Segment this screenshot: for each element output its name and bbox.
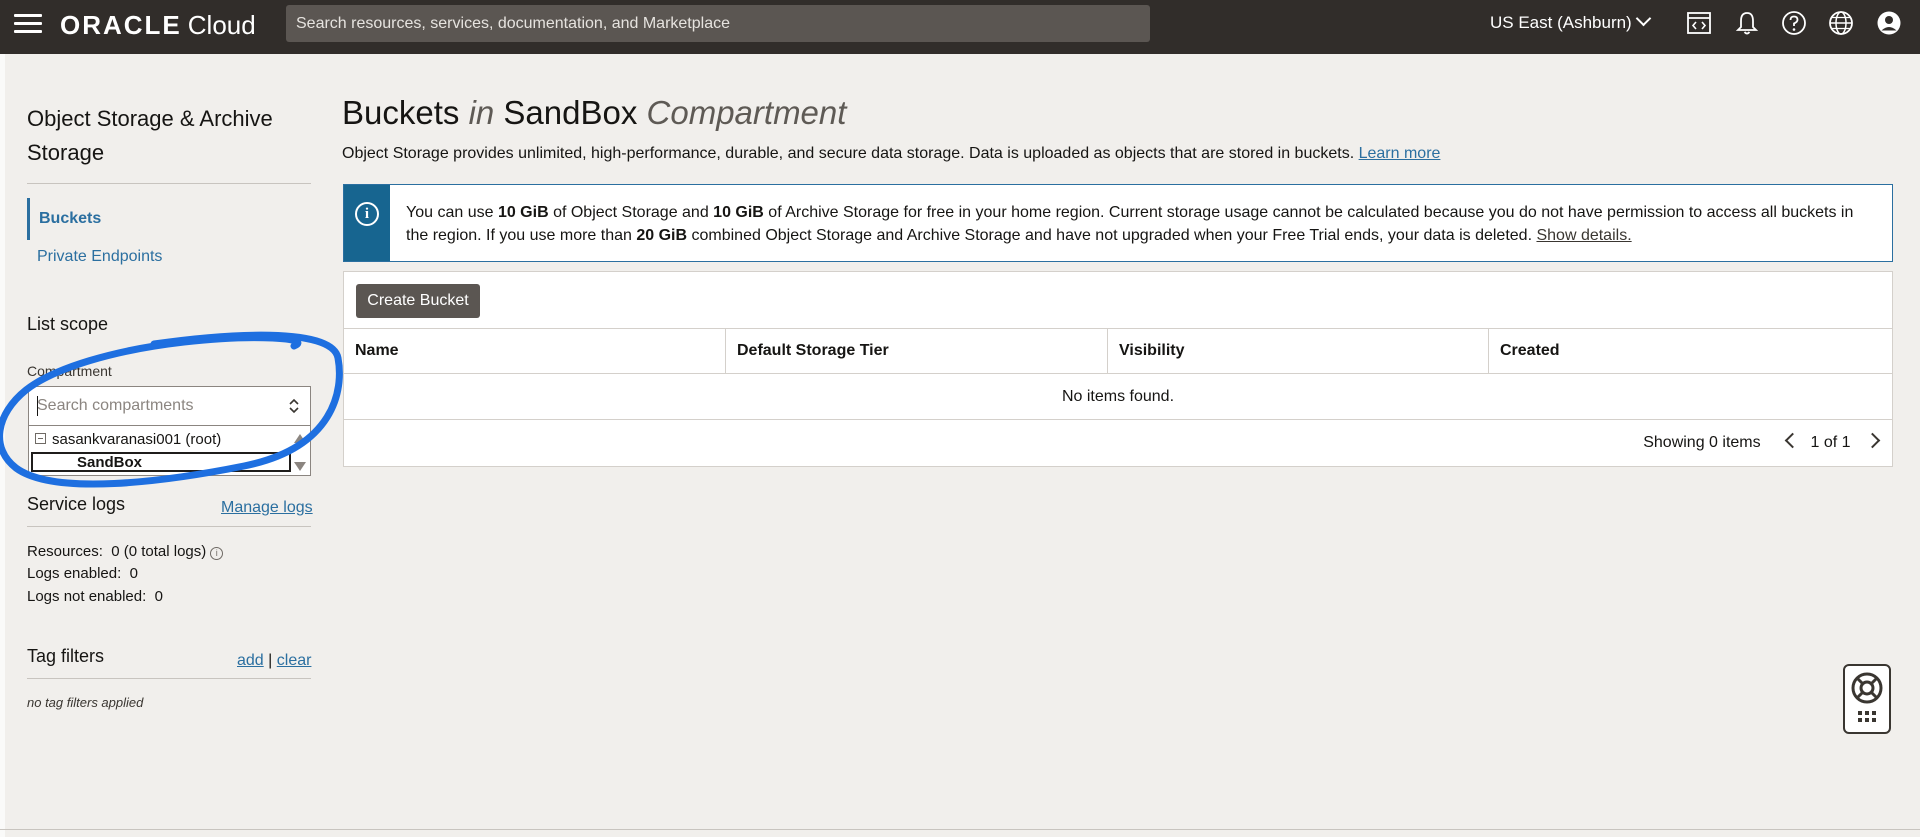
logs-not-enabled-value: 0 — [154, 588, 163, 605]
text-cursor — [37, 396, 38, 416]
learn-more-link[interactable]: Learn more — [1359, 145, 1441, 162]
tag-filter-actions: add | clear — [237, 652, 311, 670]
logs-not-enabled-label: Logs not enabled: — [27, 588, 147, 605]
compartment-search-input[interactable]: Search compartments — [28, 386, 311, 426]
logo-product: Cloud — [187, 10, 256, 40]
title-compartment-suffix: Compartment — [646, 94, 847, 131]
column-header-visibility[interactable]: Visibility — [1107, 329, 1488, 373]
language-globe-icon[interactable] — [1828, 10, 1854, 36]
user-profile-icon[interactable] — [1876, 10, 1902, 36]
title-in: in — [468, 94, 495, 131]
developer-tools-icon[interactable] — [1686, 10, 1712, 36]
description-text: Object Storage provides unlimited, high-… — [342, 145, 1355, 162]
oracle-cloud-logo[interactable]: ORACLE Cloud — [60, 10, 256, 41]
showing-items-count: Showing 0 items — [1643, 434, 1761, 451]
pagination: Showing 0 items 1 of 1 — [1643, 420, 1881, 466]
footer-divider — [0, 829, 1920, 830]
service-title: Object Storage & Archive Storage — [27, 106, 273, 165]
chevron-updown-icon[interactable] — [288, 397, 300, 415]
compartment-search-placeholder: Search compartments — [37, 397, 194, 414]
divider — [27, 678, 311, 679]
notifications-bell-icon[interactable] — [1734, 10, 1760, 36]
no-tag-filters-text: no tag filters applied — [27, 695, 144, 710]
page-title: Buckets in SandBox Compartment — [342, 94, 846, 132]
tag-link-separator: | — [268, 652, 273, 669]
alert-accent-bar: i — [344, 185, 390, 261]
region-selector[interactable]: US East (Ashburn) — [1490, 0, 1652, 45]
title-buckets: Buckets — [342, 94, 460, 131]
tag-filters-heading: Tag filters — [27, 646, 105, 666]
tree-root-label: sasankvaranasi001 (root) — [52, 431, 222, 448]
resources-label: Resources: — [27, 543, 103, 560]
tree-item-sandbox[interactable]: SandBox — [31, 452, 291, 472]
buckets-table-panel: Create Bucket Name Default Storage Tier … — [343, 271, 1893, 467]
column-header-name[interactable]: Name — [344, 329, 725, 373]
info-icon[interactable]: i — [210, 547, 224, 560]
table-header: Name Default Storage Tier Visibility Cre… — [344, 328, 1892, 374]
page-description: Object Storage provides unlimited, high-… — [342, 145, 1440, 163]
add-tag-filter-link[interactable]: add — [237, 652, 264, 669]
alert-bold-value: 10 GiB — [497, 204, 549, 221]
next-page-icon[interactable] — [1864, 432, 1881, 449]
empty-table-message: No items found. — [344, 374, 1892, 420]
compartment-label: Compartment — [27, 363, 112, 379]
help-support-widget[interactable] — [1843, 664, 1891, 734]
info-icon: i — [355, 202, 379, 226]
top-navigation-bar: ORACLE Cloud Search resources, services, … — [0, 0, 1920, 54]
logs-enabled-value: 0 — [129, 565, 138, 582]
free-tier-info-alert: i You can use 10 GiB of Object Storage a… — [343, 184, 1893, 262]
alert-text-part: of Object Storage and — [548, 204, 714, 221]
title-compartment-name: SandBox — [503, 94, 638, 131]
tree-item-root[interactable]: sasankvaranasi001 (root) — [35, 431, 221, 448]
nav-item-buckets[interactable]: Buckets — [27, 198, 101, 240]
menu-icon[interactable] — [14, 14, 42, 36]
region-label: US East (Ashburn) — [1490, 13, 1632, 32]
create-bucket-button[interactable]: Create Bucket — [356, 284, 480, 318]
alert-bold-value: 10 GiB — [713, 204, 764, 221]
collapse-icon[interactable] — [35, 433, 46, 444]
alert-text-part: combined Object Storage and Archive Stor… — [687, 227, 1537, 244]
chevron-down-icon — [1635, 10, 1652, 27]
show-details-link[interactable]: Show details. — [1536, 227, 1631, 244]
manage-logs-link[interactable]: Manage logs — [221, 499, 313, 517]
service-logs-heading: Service logs — [27, 494, 126, 514]
divider — [27, 183, 311, 184]
global-search-input[interactable]: Search resources, services, documentatio… — [286, 5, 1150, 42]
divider — [27, 526, 311, 527]
alert-bold-value: 20 GiB — [636, 227, 688, 244]
list-scope-heading: List scope — [27, 314, 109, 334]
resources-value: 0 (0 total logs) — [111, 543, 207, 560]
logo-brand: ORACLE — [60, 10, 182, 40]
clear-tag-filters-link[interactable]: clear — [277, 652, 312, 669]
lifebuoy-icon — [1851, 672, 1883, 722]
resources-stat: Resources: 0 (0 total logs) i — [27, 543, 224, 560]
logs-enabled-label: Logs enabled: — [27, 565, 122, 582]
column-header-default-storage-tier[interactable]: Default Storage Tier — [725, 329, 1107, 373]
help-icon[interactable] — [1781, 10, 1807, 36]
alert-text-part: You can use — [406, 204, 498, 221]
page-edge — [0, 54, 5, 837]
scroll-up-arrow-icon[interactable] — [294, 434, 306, 443]
column-header-created[interactable]: Created — [1488, 329, 1892, 373]
page-indicator: 1 of 1 — [1810, 434, 1851, 451]
alert-message: You can use 10 GiB of Object Storage and… — [406, 201, 1876, 247]
nav-item-private-endpoints[interactable]: Private Endpoints — [37, 248, 162, 266]
logs-not-enabled-stat: Logs not enabled: 0 — [27, 588, 163, 605]
compartment-tree-dropdown: sasankvaranasi001 (root) SandBox — [28, 426, 311, 476]
previous-page-icon[interactable] — [1784, 432, 1801, 449]
scroll-down-arrow-icon[interactable] — [294, 462, 306, 471]
logs-enabled-stat: Logs enabled: 0 — [27, 565, 138, 582]
